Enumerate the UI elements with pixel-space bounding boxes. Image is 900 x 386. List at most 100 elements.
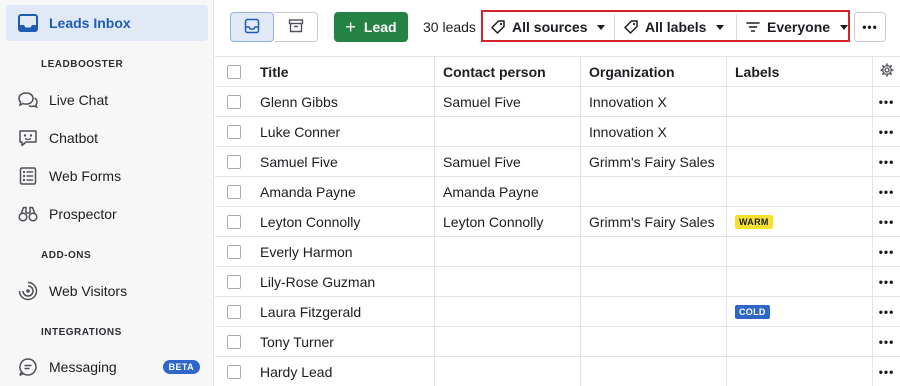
lead-title-cell[interactable]: Luke Conner [252, 117, 435, 146]
lead-title-cell[interactable]: Amanda Payne [252, 177, 435, 206]
contact-person-cell[interactable] [435, 267, 581, 296]
table-row[interactable]: Tony Turner ••• [215, 327, 900, 357]
row-checkbox[interactable] [226, 154, 241, 169]
row-actions-button[interactable]: ••• [873, 297, 900, 326]
labels-filter[interactable]: All labels [616, 14, 737, 40]
labels-cell[interactable] [727, 237, 873, 266]
row-actions-button[interactable]: ••• [873, 87, 900, 116]
contact-person-cell[interactable]: Amanda Payne [435, 177, 581, 206]
lead-count: 30 leads [423, 19, 476, 35]
row-actions-button[interactable]: ••• [873, 357, 900, 386]
row-checkbox[interactable] [226, 184, 241, 199]
select-all-checkbox[interactable] [226, 64, 241, 79]
organization-cell[interactable]: Innovation X [581, 117, 727, 146]
lead-title-cell[interactable]: Tony Turner [252, 327, 435, 356]
lead-title-cell[interactable]: Leyton Connolly [252, 207, 435, 236]
contact-person-cell[interactable] [435, 237, 581, 266]
labels-cell[interactable]: COLD [727, 297, 873, 326]
table-row[interactable]: Hardy Lead ••• [215, 357, 900, 386]
table-row[interactable]: Luke Conner Innovation X ••• [215, 117, 900, 147]
lead-title-cell[interactable]: Laura Fitzgerald [252, 297, 435, 326]
section-heading-leadbooster: LEADBOOSTER [41, 59, 124, 70]
web-visitors-icon [18, 281, 38, 301]
labels-cell[interactable] [727, 357, 873, 386]
sidebar-item-prospector[interactable]: Prospector [6, 196, 208, 232]
table-row[interactable]: Samuel Five Samuel Five Grimm's Fairy Sale… [215, 147, 900, 177]
labels-cell[interactable]: WARM [727, 207, 873, 236]
table-row[interactable]: Laura Fitzgerald COLD ••• [215, 297, 900, 327]
organization-cell[interactable]: Innovation X [581, 87, 727, 116]
labels-cell[interactable] [727, 177, 873, 206]
row-actions-button[interactable]: ••• [873, 207, 900, 236]
leads-table: Title Contact person Organization Labels… [215, 56, 900, 386]
contact-person-cell[interactable] [435, 327, 581, 356]
row-checkbox[interactable] [226, 214, 241, 229]
labels-cell[interactable] [727, 327, 873, 356]
labels-cell[interactable] [727, 87, 873, 116]
contact-person-cell[interactable] [435, 297, 581, 326]
row-select-cell [215, 237, 252, 266]
labels-cell[interactable] [727, 147, 873, 176]
sidebar-item-leads-inbox[interactable]: Leads Inbox [6, 5, 208, 41]
inbox-icon [18, 13, 38, 33]
inbox-tray-icon [244, 18, 260, 37]
sidebar-item-web-forms[interactable]: Web Forms [6, 158, 208, 194]
contact-person-cell[interactable] [435, 357, 581, 386]
column-header-title[interactable]: Title [252, 57, 435, 86]
row-actions-button[interactable]: ••• [873, 237, 900, 266]
row-checkbox[interactable] [226, 124, 241, 139]
contact-person-cell[interactable]: Samuel Five [435, 147, 581, 176]
lead-title-cell[interactable]: Samuel Five [252, 147, 435, 176]
row-checkbox[interactable] [226, 244, 241, 259]
organization-cell[interactable] [581, 357, 727, 386]
add-lead-button[interactable]: + Lead [334, 12, 408, 42]
organization-cell[interactable] [581, 327, 727, 356]
sources-filter[interactable]: All sources [483, 14, 615, 40]
row-checkbox[interactable] [226, 334, 241, 349]
row-actions-button[interactable]: ••• [873, 267, 900, 296]
column-header-labels[interactable]: Labels [727, 57, 873, 86]
table-row[interactable]: Everly Harmon ••• [215, 237, 900, 267]
row-actions-button[interactable]: ••• [873, 177, 900, 206]
column-header-organization[interactable]: Organization [581, 57, 727, 86]
table-row[interactable]: Leyton Connolly Leyton Connolly Grimm's Fa… [215, 207, 900, 237]
labels-cell[interactable] [727, 117, 873, 146]
lead-title-cell[interactable]: Hardy Lead [252, 357, 435, 386]
organization-cell[interactable]: Grimm's Fairy Sales [581, 147, 727, 176]
row-actions-button[interactable]: ••• [873, 327, 900, 356]
contact-person-cell[interactable]: Leyton Connolly [435, 207, 581, 236]
archive-view-button[interactable] [274, 12, 318, 42]
more-actions-button[interactable]: ••• [854, 12, 886, 42]
column-settings-button[interactable] [873, 57, 900, 86]
lead-title-cell[interactable]: Glenn Gibbs [252, 87, 435, 116]
inbox-view-button[interactable] [230, 12, 274, 42]
tag-icon [624, 20, 638, 34]
contact-person-cell[interactable]: Samuel Five [435, 87, 581, 116]
organization-cell[interactable] [581, 297, 727, 326]
contact-person-cell[interactable] [435, 117, 581, 146]
row-checkbox[interactable] [226, 94, 241, 109]
organization-cell[interactable] [581, 267, 727, 296]
sidebar-item-web-visitors[interactable]: Web Visitors [6, 273, 208, 309]
sidebar-item-chatbot[interactable]: Chatbot [6, 120, 208, 156]
sidebar-item-messaging[interactable]: Messaging BETA [6, 349, 208, 385]
row-checkbox[interactable] [226, 304, 241, 319]
row-checkbox[interactable] [226, 274, 241, 289]
lead-title-cell[interactable]: Everly Harmon [252, 237, 435, 266]
row-actions-button[interactable]: ••• [873, 117, 900, 146]
row-actions-button[interactable]: ••• [873, 147, 900, 176]
lead-title-cell[interactable]: Lily-Rose Guzman [252, 267, 435, 296]
table-row[interactable]: Lily-Rose Guzman ••• [215, 267, 900, 297]
row-checkbox[interactable] [226, 364, 241, 379]
organization-cell[interactable] [581, 177, 727, 206]
organization-cell[interactable] [581, 237, 727, 266]
filter-group-highlight: All sources All labels Everyone [481, 10, 850, 42]
table-row[interactable]: Amanda Payne Amanda Payne ••• [215, 177, 900, 207]
organization-cell[interactable]: Grimm's Fairy Sales [581, 207, 727, 236]
sidebar-item-live-chat[interactable]: Live Chat [6, 82, 208, 118]
owner-filter[interactable]: Everyone [738, 14, 849, 40]
table-row[interactable]: Glenn Gibbs Samuel Five Innovation X ••• [215, 87, 900, 117]
column-header-contact[interactable]: Contact person [435, 57, 581, 86]
chevron-down-icon [597, 24, 606, 30]
labels-cell[interactable] [727, 267, 873, 296]
